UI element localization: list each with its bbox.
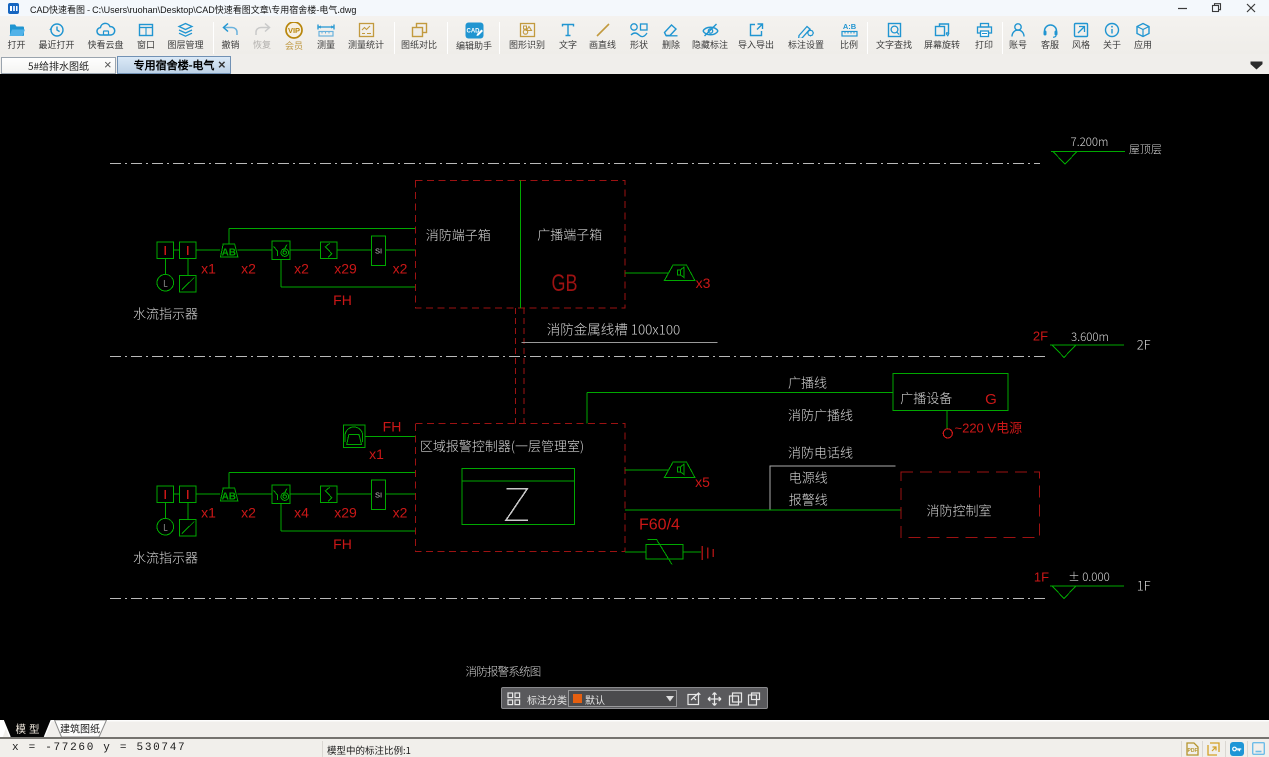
svg-text:x2: x2 [294, 261, 309, 277]
svg-text:x3: x3 [696, 275, 711, 291]
svg-text:GB: GB [552, 270, 578, 297]
svg-text:屋顶层: 屋顶层 [1129, 141, 1162, 157]
svg-text:FH: FH [333, 292, 352, 308]
svg-text:A:B: A:B [842, 22, 856, 31]
svg-text:1F: 1F [1137, 576, 1151, 595]
svg-text:2F: 2F [1137, 335, 1151, 354]
svg-text:F60/4: F60/4 [639, 517, 680, 534]
svg-text:x2: x2 [241, 505, 256, 521]
svg-text:消防报警系统图: 消防报警系统图 [466, 664, 541, 680]
svg-text:x2: x2 [393, 261, 408, 277]
svg-text:水流指示器: 水流指示器 [133, 304, 198, 323]
svg-text:1F: 1F [1034, 570, 1049, 585]
svg-text:报警线: 报警线 [789, 490, 828, 509]
svg-text:VIP: VIP [288, 26, 300, 35]
svg-text:x5: x5 [695, 474, 710, 490]
svg-text:消防控制室: 消防控制室 [926, 501, 991, 520]
svg-text:x1: x1 [201, 505, 216, 521]
svg-text:广播线: 广播线 [788, 373, 827, 392]
svg-text:2F: 2F [1033, 329, 1048, 344]
svg-text:区域报警控制器(一层管理室): 区域报警控制器(一层管理室) [420, 436, 584, 455]
svg-text:7.200m: 7.200m [1071, 134, 1109, 150]
svg-text:x2: x2 [393, 505, 408, 521]
svg-text:消防电话线: 消防电话线 [788, 443, 853, 462]
svg-text:~220 V电源: ~220 V电源 [955, 421, 1023, 436]
svg-text:x29: x29 [334, 505, 357, 521]
svg-text:电源线: 电源线 [789, 468, 828, 487]
svg-text:水流指示器: 水流指示器 [133, 548, 198, 567]
svg-text:G: G [985, 391, 997, 408]
svg-text:广播设备: 广播设备 [900, 388, 952, 407]
svg-text:模型: 模型 [16, 721, 43, 736]
svg-text:建筑图纸: 建筑图纸 [60, 720, 100, 735]
svg-text:消防广播线: 消防广播线 [788, 405, 853, 424]
svg-text:x1: x1 [369, 446, 384, 462]
svg-text:x1: x1 [201, 261, 216, 277]
svg-text:FH: FH [383, 419, 402, 435]
svg-text:FH: FH [333, 536, 352, 552]
svg-text:3.600m: 3.600m [1071, 329, 1109, 345]
svg-text:x4: x4 [294, 505, 309, 521]
svg-text:广播端子箱: 广播端子箱 [537, 225, 602, 244]
svg-text:x29: x29 [334, 261, 357, 277]
svg-text:x2: x2 [241, 261, 256, 277]
svg-text:PDF: PDF [1188, 748, 1198, 754]
svg-text:消防金属线槽 100x100: 消防金属线槽 100x100 [547, 319, 681, 339]
svg-text:± 0.000: ± 0.000 [1068, 569, 1110, 585]
svg-text:消防端子箱: 消防端子箱 [426, 225, 491, 244]
